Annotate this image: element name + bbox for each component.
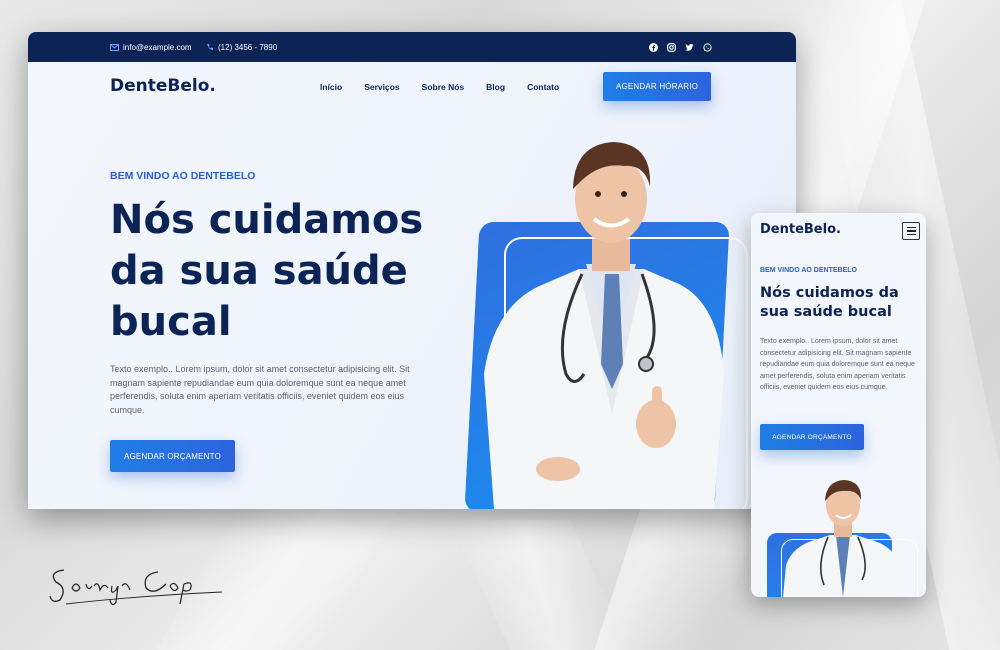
mobile-hero-eyebrow: BEM VINDO AO DENTEBELO bbox=[760, 267, 857, 274]
schedule-button[interactable]: AGENDAR HÓRARIO bbox=[603, 72, 711, 101]
social-links bbox=[649, 32, 712, 62]
top-bar: info@example.com (12) 3456 - 7890 bbox=[28, 32, 796, 62]
whatsapp-icon[interactable] bbox=[703, 42, 712, 52]
mail-icon bbox=[110, 43, 119, 51]
site-logo[interactable]: DenteBelo. bbox=[110, 76, 216, 96]
mobile-mockup: DenteBelo. BEM VINDO AO DENTEBELO Nós cu… bbox=[751, 213, 926, 597]
phone-icon bbox=[207, 44, 213, 51]
signature-image bbox=[49, 569, 223, 606]
nav-item-sobre-nos[interactable]: Sobre Nós bbox=[422, 82, 465, 92]
email-text: info@example.com bbox=[123, 42, 192, 52]
main-nav: Início Serviços Sobre Nós Blog Contato bbox=[320, 82, 559, 92]
fabric-fold bbox=[449, 520, 631, 650]
phone-contact[interactable]: (12) 3456 - 7890 bbox=[206, 32, 277, 62]
hero-body-text: Texto exemplo.. Lorem ipsum, dolor sit a… bbox=[110, 364, 410, 415]
quote-button[interactable]: AGENDAR ORÇAMENTO bbox=[110, 440, 235, 472]
doctor-image bbox=[484, 142, 724, 509]
phone-text: (12) 3456 - 7890 bbox=[218, 42, 278, 52]
hero-eyebrow: BEM VINDO AO DENTEBELO bbox=[110, 170, 256, 182]
nav-item-servicos[interactable]: Serviços bbox=[364, 82, 399, 92]
nav-item-blog[interactable]: Blog bbox=[486, 82, 505, 92]
hamburger-menu-icon[interactable] bbox=[902, 222, 920, 240]
twitter-icon[interactable] bbox=[685, 43, 694, 52]
hero-headline: Nós cuidamos da sua saúde bucal bbox=[110, 197, 424, 345]
desktop-mockup: info@example.com (12) 3456 - 7890 DenteB… bbox=[28, 32, 796, 509]
mobile-doctor-image bbox=[783, 480, 903, 597]
mobile-site-logo[interactable]: DenteBelo. bbox=[760, 222, 841, 237]
nav-item-contato[interactable]: Contato bbox=[527, 82, 559, 92]
mobile-hero-body-text: Texto exemplo.. Lorem ipsum, dolor sit a… bbox=[760, 338, 915, 391]
facebook-icon[interactable] bbox=[649, 42, 658, 52]
mobile-quote-button[interactable]: AGENDAR ORÇAMENTO bbox=[760, 424, 864, 450]
nav-item-inicio[interactable]: Início bbox=[320, 82, 342, 92]
mobile-hero-headline: Nós cuidamos da sua saúde bucal bbox=[760, 285, 899, 320]
instagram-icon[interactable] bbox=[667, 42, 676, 52]
email-contact[interactable]: info@example.com bbox=[110, 32, 192, 62]
